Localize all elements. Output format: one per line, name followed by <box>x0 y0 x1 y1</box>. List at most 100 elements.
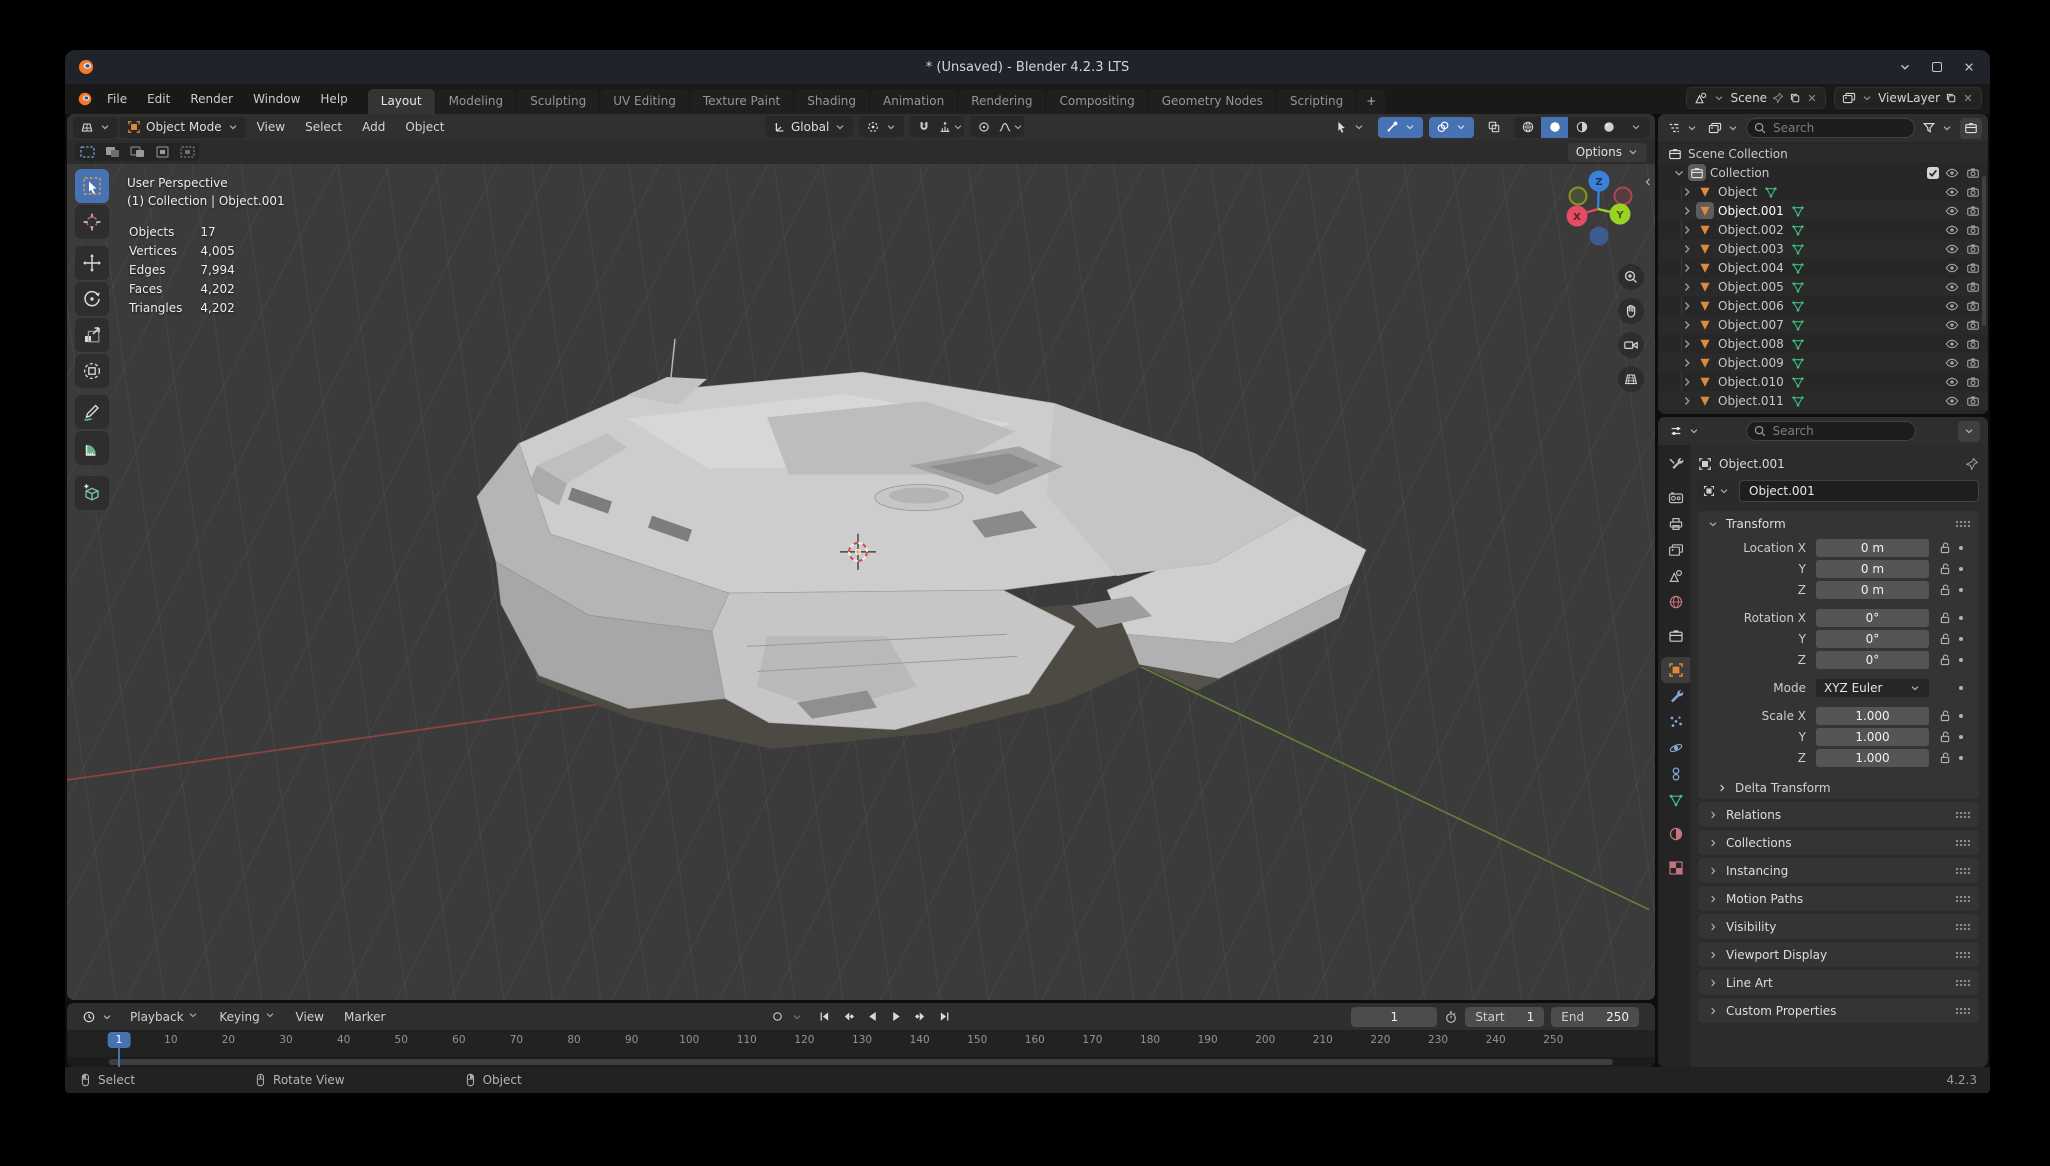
collection-checkbox[interactable] <box>1927 167 1939 179</box>
outliner-row-scene-collection[interactable]: Scene Collection <box>1658 144 1988 163</box>
properties-tab-output[interactable] <box>1661 511 1690 537</box>
close-icon[interactable] <box>1962 60 1976 74</box>
pin-icon[interactable] <box>1772 92 1784 104</box>
menu-edit[interactable]: Edit <box>137 84 180 114</box>
object-name[interactable]: Object <box>1718 185 1757 199</box>
play-reverse-button[interactable] <box>862 1007 883 1027</box>
hide-viewport-icon[interactable] <box>1945 185 1959 199</box>
menu-keying[interactable]: Keying <box>209 1009 285 1024</box>
tool-scale[interactable] <box>75 318 109 352</box>
expand-icon[interactable] <box>1680 375 1694 389</box>
expand-icon[interactable] <box>1680 337 1694 351</box>
transform-panel-header[interactable]: Transform <box>1698 511 1979 536</box>
disable-render-icon[interactable] <box>1966 204 1980 218</box>
outliner-row-object[interactable]: Object <box>1658 182 1988 201</box>
panel-header[interactable]: Relations <box>1698 802 1979 827</box>
disable-render-icon[interactable] <box>1966 166 1980 180</box>
properties-search-input[interactable] <box>1746 421 1916 441</box>
menu-render[interactable]: Render <box>180 84 243 114</box>
hide-viewport-icon[interactable] <box>1945 375 1959 389</box>
current-frame-badge[interactable]: 1 <box>108 1032 131 1048</box>
shading-wireframe-button[interactable] <box>1514 117 1541 138</box>
frame-start-field[interactable]: Start 1 <box>1465 1007 1544 1027</box>
properties-tab-object[interactable] <box>1661 657 1690 683</box>
properties-tab-render[interactable] <box>1661 485 1690 511</box>
tab-geometry-nodes[interactable]: Geometry Nodes <box>1149 89 1276 114</box>
outliner-filter-button[interactable] <box>1919 118 1956 139</box>
tool-transform[interactable] <box>75 354 109 388</box>
object-name[interactable]: Object.002 <box>1718 223 1784 237</box>
viewport-menu-add[interactable]: Add <box>353 114 394 140</box>
mode-dropdown[interactable]: Object Mode <box>120 117 246 138</box>
select-invert-button[interactable] <box>150 143 174 161</box>
tab-uv-editing[interactable]: UV Editing <box>600 89 689 114</box>
tab-scripting[interactable]: Scripting <box>1277 89 1356 114</box>
tab-sculpting[interactable]: Sculpting <box>517 89 599 114</box>
hide-viewport-icon[interactable] <box>1945 299 1959 313</box>
minimize-icon[interactable] <box>1898 60 1912 74</box>
maximize-icon[interactable] <box>1932 62 1942 72</box>
scale-y-field[interactable]: 1.000 <box>1816 728 1929 746</box>
panel-header[interactable]: Collections <box>1698 830 1979 855</box>
panel-instancing[interactable]: Instancing <box>1698 858 1979 883</box>
disable-render-icon[interactable] <box>1966 280 1980 294</box>
lock-icon[interactable] <box>1938 751 1952 765</box>
object-name-field[interactable]: Object.001 <box>1739 480 1979 502</box>
tab-shading[interactable]: Shading <box>794 89 869 114</box>
properties-tab-collection[interactable] <box>1661 623 1690 649</box>
disable-render-icon[interactable] <box>1966 185 1980 199</box>
outliner-row-object.007[interactable]: Object.007 <box>1658 315 1988 334</box>
hide-viewport-icon[interactable] <box>1945 337 1959 351</box>
snap-toggle[interactable] <box>910 116 937 137</box>
hide-viewport-icon[interactable] <box>1945 261 1959 275</box>
properties-tab-view-layer[interactable] <box>1661 537 1690 563</box>
outliner-scrollbar[interactable] <box>1982 176 1986 326</box>
collapse-icon[interactable] <box>1672 166 1686 180</box>
disable-render-icon[interactable] <box>1966 356 1980 370</box>
tab-compositing[interactable]: Compositing <box>1046 89 1147 114</box>
lock-icon[interactable] <box>1938 653 1952 667</box>
axis-neg-z-ball[interactable] <box>1591 228 1608 245</box>
pan-button[interactable] <box>1618 298 1644 324</box>
tab-modeling[interactable]: Modeling <box>436 89 517 114</box>
delete-view-layer-icon[interactable] <box>1962 92 1974 104</box>
auto-key-button[interactable] <box>767 1007 788 1027</box>
menu-window[interactable]: Window <box>243 84 310 114</box>
panel-custom-properties[interactable]: Custom Properties <box>1698 998 1979 1023</box>
gizmos-toggle[interactable] <box>1378 117 1423 138</box>
panel-header[interactable]: Motion Paths <box>1698 886 1979 911</box>
lock-icon[interactable] <box>1938 541 1952 555</box>
outliner-editor-type-button[interactable] <box>1664 118 1701 139</box>
ortho-toggle-button[interactable] <box>1618 366 1644 392</box>
expand-icon[interactable] <box>1680 204 1694 218</box>
jump-to-end-button[interactable] <box>934 1007 955 1027</box>
disable-render-icon[interactable] <box>1966 337 1980 351</box>
tab-rendering[interactable]: Rendering <box>958 89 1045 114</box>
properties-search[interactable] <box>1746 421 1916 441</box>
properties-tab-scene[interactable] <box>1661 563 1690 589</box>
view-layer-selector[interactable]: ViewLayer <box>1834 87 1982 109</box>
drag-dots-icon[interactable] <box>1955 895 1970 902</box>
new-view-layer-icon[interactable] <box>1945 92 1957 104</box>
menu-marker[interactable]: Marker <box>334 1010 395 1024</box>
outliner-search-input[interactable] <box>1746 118 1915 138</box>
location-y-field[interactable]: 0 m <box>1816 560 1929 578</box>
show-object-types-dropdown[interactable] <box>1327 117 1372 138</box>
panel-visibility[interactable]: Visibility <box>1698 914 1979 939</box>
axis-neg-y-ball[interactable] <box>1570 188 1587 205</box>
timeline-scrollbar[interactable] <box>67 1057 1655 1067</box>
properties-tab-data[interactable] <box>1661 787 1690 813</box>
scale-x-field[interactable]: 1.000 <box>1816 707 1929 725</box>
expand-icon[interactable] <box>1680 299 1694 313</box>
disable-render-icon[interactable] <box>1966 299 1980 313</box>
delta-transform-panel-header[interactable]: Delta Transform <box>1698 776 1979 799</box>
expand-icon[interactable] <box>1680 394 1694 408</box>
disable-render-icon[interactable] <box>1966 318 1980 332</box>
shading-rendered-button[interactable] <box>1595 117 1622 138</box>
object-name[interactable]: Object.007 <box>1718 318 1784 332</box>
panel-header[interactable]: Instancing <box>1698 858 1979 883</box>
menu-view[interactable]: View <box>286 1010 334 1024</box>
playhead[interactable] <box>118 1046 120 1067</box>
breadcrumb-object-name[interactable]: Object.001 <box>1719 457 1785 471</box>
animate-dot[interactable] <box>1959 567 1963 571</box>
